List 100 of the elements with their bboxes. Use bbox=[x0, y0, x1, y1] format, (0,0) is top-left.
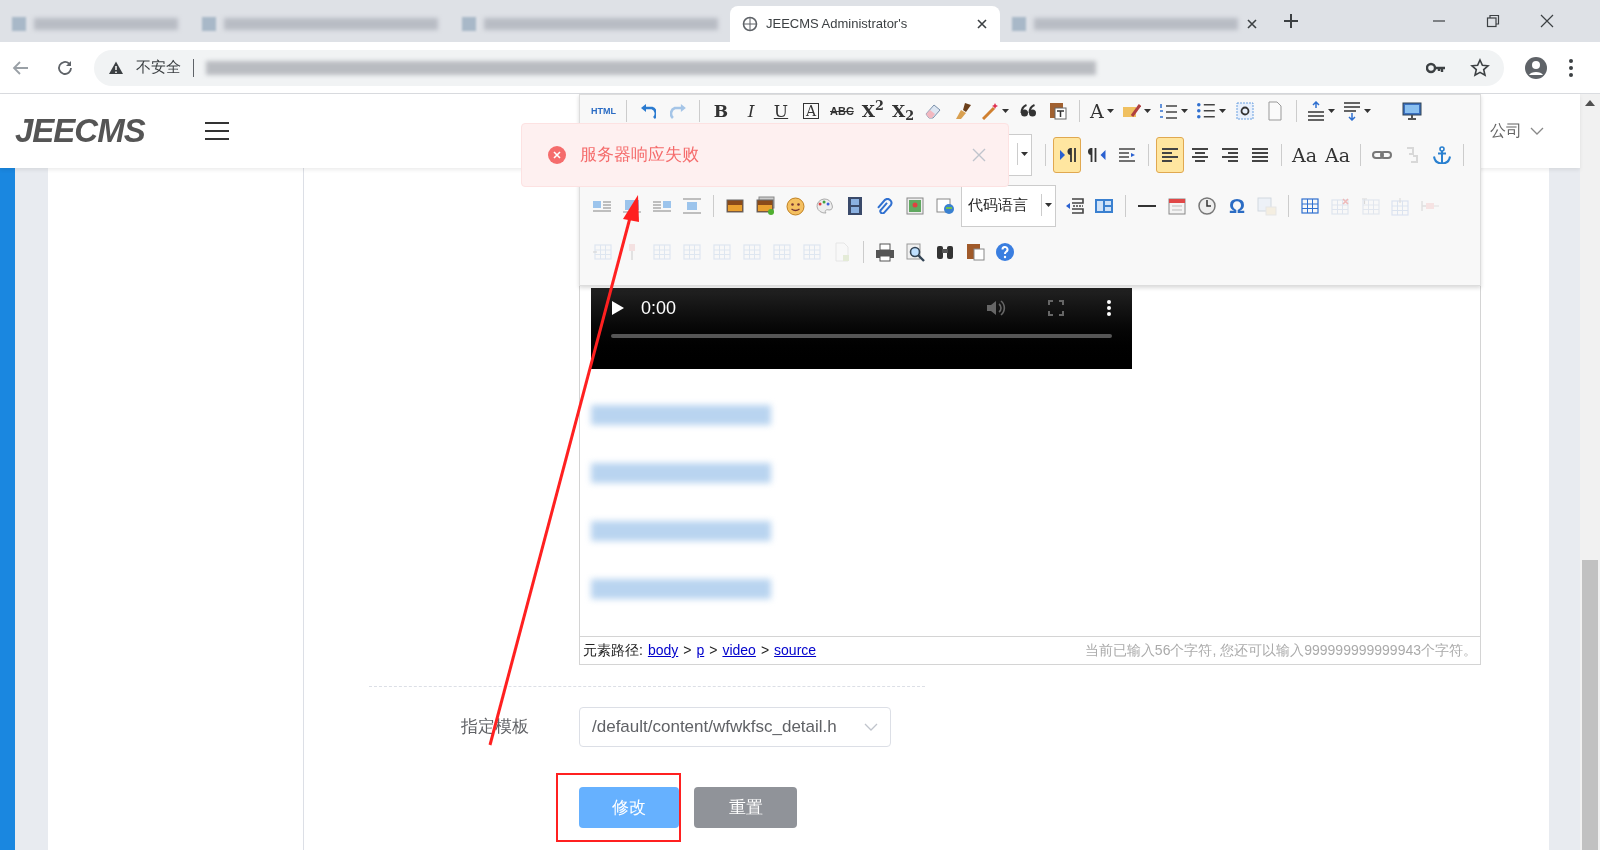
close-icon[interactable] bbox=[1246, 18, 1258, 30]
help-icon bbox=[995, 242, 1015, 262]
volume-icon[interactable] bbox=[986, 299, 1006, 317]
toolbar-button[interactable]: HTML bbox=[588, 98, 619, 124]
more-menu-icon[interactable] bbox=[1568, 57, 1574, 78]
star-icon[interactable] bbox=[1470, 57, 1490, 78]
table-icon bbox=[1301, 198, 1319, 214]
security-label: 不安全 bbox=[136, 57, 181, 78]
close-icon[interactable] bbox=[976, 18, 988, 30]
blurred-favicon bbox=[462, 17, 476, 31]
map-picture-icon bbox=[906, 197, 924, 215]
toolbar-button[interactable]: B bbox=[707, 98, 735, 124]
caret-icon bbox=[1106, 109, 1114, 113]
caret-icon bbox=[1002, 109, 1009, 113]
path-separator: > bbox=[683, 641, 692, 660]
restore-icon[interactable] bbox=[1486, 14, 1500, 28]
split-cells-icon bbox=[743, 244, 761, 260]
toolbar-button[interactable] bbox=[1053, 137, 1081, 173]
element-path-label: 元素路径: bbox=[583, 641, 643, 660]
blurred-favicon bbox=[12, 17, 26, 31]
toolbar-button[interactable]: X$_{2}$ bbox=[888, 98, 917, 124]
path-link[interactable]: video bbox=[722, 640, 756, 661]
redo-icon bbox=[669, 103, 687, 119]
page-chart-icon bbox=[834, 242, 850, 262]
toolbar-button[interactable]: U bbox=[767, 98, 795, 124]
paste-icon bbox=[1049, 102, 1067, 120]
toolbar-button[interactable]: A bbox=[797, 98, 825, 124]
image-center-icon bbox=[682, 198, 702, 214]
path-separator: > bbox=[709, 641, 718, 660]
warning-icon bbox=[108, 59, 124, 76]
account-icon[interactable] bbox=[1524, 55, 1548, 80]
key-icon[interactable] bbox=[1426, 61, 1446, 74]
delete-table-icon bbox=[1331, 197, 1349, 215]
toolbar-button[interactable]: Aa bbox=[1322, 137, 1354, 173]
toolbar-button[interactable]: X$^{2}$ bbox=[858, 98, 887, 124]
video-progress-track[interactable] bbox=[611, 334, 1112, 338]
binoculars-icon bbox=[936, 244, 954, 260]
left-to-right-icon bbox=[1058, 147, 1076, 163]
caret-icon bbox=[1021, 152, 1028, 156]
palette-icon bbox=[816, 197, 834, 214]
paperclip-icon bbox=[877, 197, 893, 215]
address-field[interactable]: 不安全 bbox=[94, 49, 1504, 86]
toolbar-button[interactable]: I bbox=[737, 98, 765, 124]
image-right-icon bbox=[652, 200, 672, 212]
merge-right-icon bbox=[683, 244, 701, 260]
play-icon[interactable] bbox=[611, 300, 625, 316]
scrollbar-thumb[interactable] bbox=[1582, 560, 1598, 850]
magic-wand-icon bbox=[982, 102, 999, 120]
character-count: 当前已输入56个字符, 您还可以输入999999999999943个字符。 bbox=[1084, 641, 1477, 660]
close-icon[interactable] bbox=[1540, 14, 1554, 28]
video-player[interactable]: 0:00 bbox=[591, 288, 1132, 369]
chevron-down-icon bbox=[864, 723, 878, 731]
caret-icon bbox=[1327, 109, 1335, 113]
scrollbar[interactable] bbox=[1580, 94, 1600, 850]
menu-icon[interactable] bbox=[204, 121, 229, 141]
chevron-down-icon bbox=[1530, 127, 1544, 135]
path-link[interactable]: body bbox=[647, 640, 679, 661]
magnifier-icon bbox=[905, 242, 925, 262]
new-tab-icon[interactable] bbox=[1282, 12, 1300, 30]
toolbar-button[interactable] bbox=[1156, 137, 1184, 173]
caret-icon bbox=[1180, 109, 1188, 113]
path-separator: > bbox=[760, 641, 770, 660]
highlighter-icon bbox=[1121, 104, 1141, 118]
anchor-icon bbox=[1433, 145, 1452, 165]
indent-icon bbox=[1118, 148, 1136, 162]
back-arrow-icon[interactable] bbox=[12, 58, 30, 77]
video-time: 0:00 bbox=[641, 296, 677, 320]
right-to-left-icon bbox=[1087, 147, 1107, 163]
horizontal-rule-icon bbox=[1137, 205, 1157, 207]
paragraph-spacing-icon bbox=[1342, 101, 1361, 121]
caret-icon bbox=[1363, 109, 1371, 113]
caret-icon bbox=[1218, 109, 1226, 113]
company-name[interactable]: 公司 bbox=[1490, 119, 1522, 143]
scroll-up-icon[interactable] bbox=[1585, 100, 1595, 106]
template-select[interactable]: /default/content/wfwkfsc_detail.h bbox=[579, 707, 891, 747]
printer-icon bbox=[875, 242, 895, 262]
toolbar-button[interactable]: Ω bbox=[1223, 188, 1251, 224]
browser-tab[interactable]: JEECMS Administrator's bbox=[730, 6, 1000, 42]
table-caption-icon bbox=[1360, 197, 1380, 215]
clipboard-icon bbox=[965, 243, 985, 261]
toolbar-button[interactable]: ABC bbox=[827, 98, 857, 124]
reload-icon[interactable] bbox=[56, 58, 74, 77]
numbered-list-icon bbox=[1158, 103, 1178, 119]
more-options-icon[interactable] bbox=[1106, 299, 1112, 317]
toast-message: 服务器响应失败 bbox=[580, 144, 699, 167]
template-icon bbox=[1094, 198, 1114, 214]
split-rows-icon bbox=[773, 244, 791, 260]
path-link[interactable]: p bbox=[696, 640, 705, 661]
toolbar-button[interactable]: A bbox=[1087, 98, 1117, 124]
toolbar-button[interactable]: Aa bbox=[1289, 137, 1321, 173]
error-icon bbox=[548, 146, 566, 164]
toolbar-select[interactable]: 代码语言 bbox=[961, 185, 1056, 227]
film-strip-icon bbox=[847, 196, 863, 216]
tab-title: JEECMS Administrator's bbox=[766, 15, 909, 34]
brush-icon bbox=[954, 102, 972, 120]
blurred-favicon bbox=[1012, 17, 1026, 31]
merge-cells-icon bbox=[653, 244, 671, 260]
insert-row-icon bbox=[1391, 196, 1409, 216]
fullscreen-icon[interactable] bbox=[1048, 300, 1064, 316]
path-link[interactable]: source bbox=[774, 640, 817, 661]
